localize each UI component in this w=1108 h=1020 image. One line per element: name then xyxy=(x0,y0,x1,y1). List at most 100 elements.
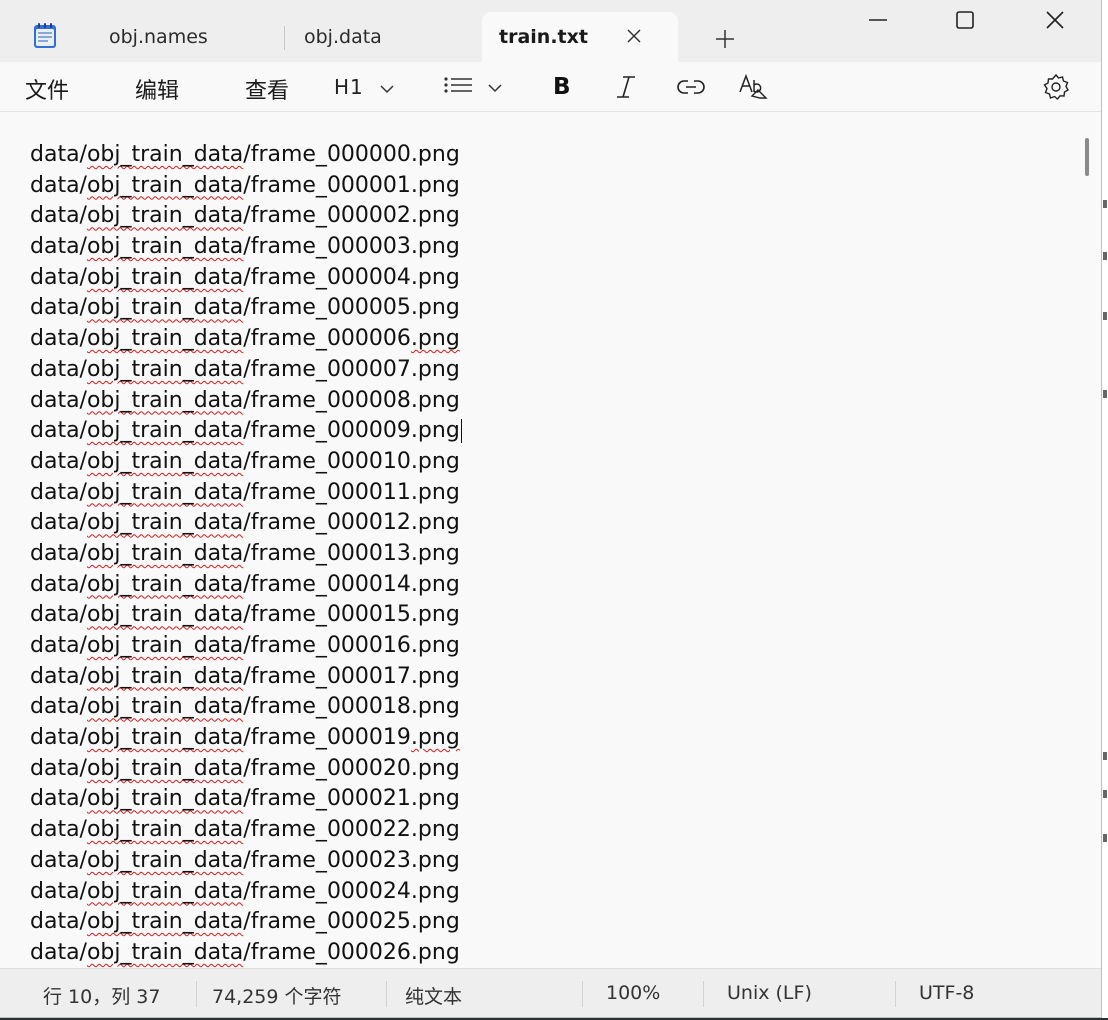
frame-number: 000005 xyxy=(326,295,411,321)
status-divider xyxy=(895,981,896,1007)
file-prefix: /frame_ xyxy=(243,234,327,260)
bold-button[interactable]: B xyxy=(553,71,571,103)
frame-number: 000015 xyxy=(326,602,411,628)
line-prefix: data/ xyxy=(30,878,87,904)
file-extension: .png xyxy=(410,725,460,751)
text-line: data/obj_train_data/frame_000015.png xyxy=(30,600,462,631)
misspelled-word: obj_train_data xyxy=(86,939,244,965)
frame-number: 000017 xyxy=(326,663,411,689)
tab-obj-names[interactable]: obj.names xyxy=(72,12,284,62)
status-divider xyxy=(386,981,387,1007)
file-prefix: /frame_ xyxy=(243,725,327,751)
italic-icon[interactable] xyxy=(615,71,637,103)
misspelled-word: obj_train_data xyxy=(86,142,244,167)
file-prefix: /frame_ xyxy=(243,295,327,321)
new-tab-icon[interactable] xyxy=(712,26,738,52)
menu-edit[interactable]: 编辑 xyxy=(135,73,179,105)
file-extension: .png xyxy=(410,326,460,352)
file-prefix: /frame_ xyxy=(243,510,327,536)
heading-label: H1 xyxy=(334,75,364,99)
tab-train-txt[interactable]: train.txt xyxy=(482,12,678,62)
spellcheck-icon[interactable] xyxy=(738,71,770,103)
frame-number: 000007 xyxy=(326,356,411,382)
file-prefix: /frame_ xyxy=(243,418,327,444)
text-line: data/obj_train_data/frame_000008.png xyxy=(30,386,462,417)
minimize-icon[interactable] xyxy=(850,0,906,40)
line-prefix: data/ xyxy=(30,234,87,260)
text-line: data/obj_train_data/frame_000025.png xyxy=(30,907,462,938)
tab-obj-data[interactable]: obj.data xyxy=(284,12,480,62)
file-extension: .png xyxy=(410,234,460,260)
line-prefix: data/ xyxy=(30,602,87,628)
file-extension: .png xyxy=(410,540,460,566)
file-prefix: /frame_ xyxy=(243,633,327,658)
text-format[interactable]: 纯文本 xyxy=(405,982,462,1009)
background-mark xyxy=(1103,752,1107,760)
text-line: data/obj_train_data/frame_000001.png xyxy=(30,171,462,202)
misspelled-word: obj_train_data xyxy=(86,602,244,628)
file-extension: .png xyxy=(410,694,460,720)
maximize-icon[interactable] xyxy=(937,0,993,40)
line-prefix: data/ xyxy=(30,510,87,536)
frame-number: 000003 xyxy=(326,234,411,260)
toolbar: 文件 编辑 查看 H1 B xyxy=(0,62,1101,112)
background-mark xyxy=(1103,200,1107,208)
notepad-app-icon xyxy=(33,23,57,49)
file-extension: .png xyxy=(410,142,460,167)
text-line: data/obj_train_data/frame_000012.png xyxy=(30,508,462,539)
file-extension: .png xyxy=(410,847,460,873)
frame-number: 000006 xyxy=(326,326,411,352)
misspelled-word: obj_train_data xyxy=(86,479,244,505)
file-prefix: /frame_ xyxy=(243,878,327,904)
frame-number: 000008 xyxy=(326,387,411,413)
file-extension: .png xyxy=(410,786,460,812)
close-tab-icon[interactable] xyxy=(622,24,646,48)
zoom-level[interactable]: 100% xyxy=(606,982,660,1004)
menu-file[interactable]: 文件 xyxy=(25,73,69,105)
line-prefix: data/ xyxy=(30,694,87,720)
frame-number: 000022 xyxy=(326,817,411,843)
file-prefix: /frame_ xyxy=(243,540,327,566)
file-prefix: /frame_ xyxy=(243,172,327,198)
heading-dropdown[interactable]: H1 xyxy=(334,71,394,103)
misspelled-word: obj_train_data xyxy=(86,786,244,812)
line-prefix: data/ xyxy=(30,356,87,382)
close-window-icon[interactable] xyxy=(1027,0,1083,40)
line-prefix: data/ xyxy=(30,326,87,352)
frame-number: 000012 xyxy=(326,510,411,536)
background-window-edge xyxy=(1102,0,1108,1020)
misspelled-word: obj_train_data xyxy=(86,540,244,566)
file-extension: .png xyxy=(410,172,460,198)
misspelled-word: obj_train_data xyxy=(86,725,244,751)
misspelled-word: obj_train_data xyxy=(86,418,244,444)
line-prefix: data/ xyxy=(30,479,87,505)
encoding[interactable]: UTF-8 xyxy=(919,982,974,1004)
text-line: data/obj_train_data/frame_000011.png xyxy=(30,478,462,509)
status-bar: 行 10，列 37 74,259 个字符 纯文本 100% Unix (LF) … xyxy=(0,968,1101,1017)
file-extension: .png xyxy=(410,633,460,658)
file-prefix: /frame_ xyxy=(243,663,327,689)
text-editor[interactable]: data/obj_train_data/frame_000000.png data… xyxy=(0,112,1101,968)
line-prefix: data/ xyxy=(30,418,87,444)
frame-number: 000000 xyxy=(326,142,411,167)
misspelled-word: obj_train_data xyxy=(86,295,244,321)
line-ending[interactable]: Unix (LF) xyxy=(727,982,812,1004)
link-icon[interactable] xyxy=(676,71,706,103)
settings-gear-icon[interactable] xyxy=(1042,71,1070,103)
misspelled-word: obj_train_data xyxy=(86,356,244,382)
misspelled-word: obj_train_data xyxy=(86,909,244,935)
misspelled-word: obj_train_data xyxy=(86,633,244,658)
background-mark xyxy=(1103,390,1107,398)
file-extension: .png xyxy=(410,264,460,290)
file-prefix: /frame_ xyxy=(243,939,327,965)
misspelled-word: obj_train_data xyxy=(86,264,244,290)
frame-number: 000009 xyxy=(326,418,411,444)
file-extension: .png xyxy=(410,479,460,505)
file-extension: .png xyxy=(410,602,460,628)
vertical-scrollbar[interactable] xyxy=(1085,138,1089,176)
file-extension: .png xyxy=(410,878,460,904)
menu-view[interactable]: 查看 xyxy=(245,73,289,105)
file-prefix: /frame_ xyxy=(243,847,327,873)
list-dropdown[interactable] xyxy=(444,71,502,103)
file-prefix: /frame_ xyxy=(243,356,327,382)
